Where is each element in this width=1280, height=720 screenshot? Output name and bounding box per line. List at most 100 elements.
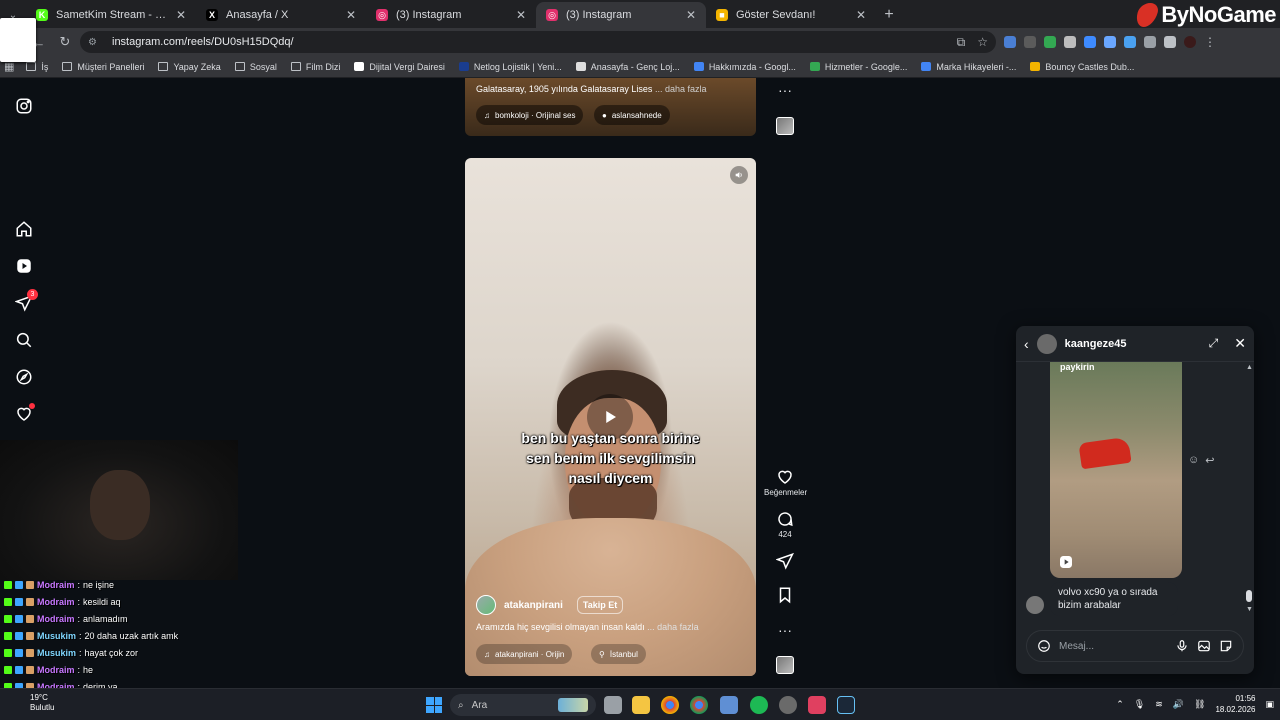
chat-username[interactable]: Modraim (37, 597, 75, 607)
comment-button[interactable]: 424 (764, 510, 806, 539)
chat-scrollbar[interactable]: ▲ ▼ (1246, 364, 1253, 613)
reading-list-icon[interactable] (1164, 36, 1176, 48)
chrome-icon[interactable] (661, 696, 679, 714)
browser-menu-icon[interactable]: ⋮ (1204, 35, 1216, 49)
more-options-icon[interactable]: ··· (764, 622, 806, 638)
app-icon[interactable] (779, 696, 797, 714)
explore-compass-icon[interactable] (14, 367, 34, 387)
bookmark-link[interactable]: Hizmetler - Google... (809, 62, 907, 72)
browser-tab[interactable]: ◎ (3) Instagram ✕ (536, 2, 706, 28)
reel-more-link[interactable]: ... daha fazla (647, 622, 699, 632)
notification-bell-icon[interactable]: ▣ (1265, 699, 1274, 710)
like-button[interactable]: Beğenmeler (764, 468, 807, 497)
extension-icon[interactable] (1104, 36, 1116, 48)
bookmark-link[interactable]: Anasayfa - Genç Loj... (575, 62, 680, 72)
previous-reel-tag[interactable]: ● aslansahnede (594, 105, 670, 125)
chrome-active-icon[interactable] (690, 696, 708, 714)
network-icon[interactable]: ⛓ (1194, 699, 1205, 710)
app-icon[interactable] (720, 696, 738, 714)
chat-username[interactable]: kaangeze45 (1065, 338, 1201, 350)
bookmark-folder[interactable]: Müşteri Panelleri (62, 62, 144, 72)
author-username[interactable]: atakanpirani (504, 600, 563, 611)
bookmark-link[interactable]: Netlog Lojistik | Yeni... (458, 62, 562, 72)
close-tab-icon[interactable]: ✕ (686, 8, 696, 22)
previous-reel-audio[interactable]: ♫ bomkoloji · Orijinal ses (476, 105, 584, 125)
bookmark-star-icon[interactable]: ☆ (977, 35, 988, 50)
spotify-icon[interactable] (750, 696, 768, 714)
address-bar[interactable]: ⚙ instagram.com/reels/DU0sH15DQdq/ ⧉ ☆ (80, 31, 996, 53)
previous-reel-more-link[interactable]: ... daha fazla (655, 84, 707, 94)
task-view-icon[interactable] (604, 696, 622, 714)
chat-username[interactable]: Modraim (37, 614, 75, 624)
scroll-up-icon[interactable]: ▲ (1246, 364, 1253, 371)
extensions-puzzle-icon[interactable] (1144, 36, 1156, 48)
bookmark-folder[interactable]: Sosyal (234, 62, 277, 72)
save-button[interactable] (764, 586, 806, 606)
message-input[interactable]: Mesaj... (1026, 630, 1244, 662)
chevron-up-icon[interactable]: ⌃ (1116, 699, 1124, 710)
new-tab-button[interactable]: + (876, 2, 902, 28)
previous-reel-more-icon[interactable]: ··· (764, 82, 806, 98)
wifi-icon[interactable]: ≋ (1155, 699, 1163, 710)
reels-icon[interactable] (14, 256, 34, 276)
bookmark-folder[interactable]: İş (26, 62, 48, 72)
chat-username[interactable]: Musukim (37, 631, 76, 641)
site-info-icon[interactable]: ⚙ (88, 37, 102, 48)
extension-icon[interactable] (1124, 36, 1136, 48)
volume-icon[interactable] (730, 166, 748, 184)
previous-reel[interactable]: Galatasaray, 1905 yılında Galatasaray Li… (465, 78, 756, 136)
close-tab-icon[interactable]: ✕ (856, 8, 866, 22)
follow-button[interactable]: Takip Et (576, 596, 624, 614)
close-icon[interactable]: ✕ (1234, 335, 1246, 352)
scrollbar-thumb[interactable] (1246, 590, 1252, 602)
close-tab-icon[interactable]: ✕ (346, 8, 356, 22)
bookmark-link[interactable]: Dijital Vergi Dairesi (354, 62, 445, 72)
bookmark-folder[interactable]: Yapay Zeka (158, 62, 221, 72)
clock[interactable]: 01:56 18.02.2026 (1215, 693, 1255, 715)
bookmark-link[interactable]: Hakkımızda - Googl... (693, 62, 796, 72)
browser-tab[interactable]: X Anasayfa / X ✕ (196, 2, 366, 28)
browser-tab[interactable]: ■ Göster Sevdanı! ✕ (706, 2, 876, 28)
reload-icon[interactable]: ↻ (52, 29, 78, 55)
url-text[interactable]: instagram.com/reels/DU0sH15DQdq/ (112, 36, 294, 48)
file-explorer-icon[interactable] (632, 696, 650, 714)
bookmark-link[interactable]: Bouncy Castles Dub... (1030, 62, 1134, 72)
profile-avatar[interactable] (1184, 36, 1196, 48)
close-tab-icon[interactable]: ✕ (516, 8, 526, 22)
more-options-button[interactable]: ··· (764, 622, 806, 638)
browser-tab[interactable]: ◎ (3) Instagram ✕ (366, 2, 536, 28)
steam-icon[interactable] (837, 696, 855, 714)
chat-username[interactable]: Modraim (37, 580, 75, 590)
home-icon[interactable] (14, 219, 34, 239)
scroll-down-icon[interactable]: ▼ (1246, 606, 1253, 613)
chevron-left-icon[interactable]: ‹ (1024, 336, 1029, 352)
app-icon[interactable] (808, 696, 826, 714)
message-placeholder[interactable]: Mesaj... (1059, 641, 1167, 652)
extension-icon[interactable] (1024, 36, 1036, 48)
close-tab-icon[interactable]: ✕ (176, 8, 186, 22)
extension-icon[interactable] (1064, 36, 1076, 48)
notifications-heart-icon[interactable] (14, 403, 35, 424)
reel-audio-thumb[interactable] (776, 656, 794, 674)
extension-icon[interactable] (1044, 36, 1056, 48)
instagram-logo-icon[interactable] (14, 96, 34, 116)
reel-video[interactable]: ben bu yaştan sonra birine sen benim ilk… (465, 158, 756, 676)
author-avatar[interactable] (476, 595, 496, 615)
install-app-icon[interactable]: ⧉ (957, 35, 966, 50)
volume-icon[interactable]: 🔊 (1173, 699, 1184, 710)
search-icon[interactable] (14, 330, 34, 350)
more-options-icon[interactable]: ··· (764, 82, 806, 98)
share-button[interactable] (764, 552, 806, 572)
windows-start-icon[interactable] (426, 697, 442, 713)
shared-reel-message[interactable]: paykirin (1050, 362, 1182, 578)
reel-location[interactable]: ⚲ İstanbul (591, 644, 646, 664)
emoji-react-icon[interactable]: ☺ (1188, 454, 1199, 467)
reply-icon[interactable]: ↩ (1205, 454, 1214, 467)
taskbar-search[interactable]: ⌕ Ara (450, 694, 596, 716)
extension-icon[interactable] (1004, 36, 1016, 48)
bookmark-link[interactable]: Marka Hikayeleri -... (921, 62, 1016, 72)
messages-icon[interactable]: 3 (14, 289, 38, 313)
chat-username[interactable]: Modraim (37, 665, 75, 675)
previous-reel-audio-thumb[interactable] (776, 117, 794, 135)
extension-icon[interactable] (1084, 36, 1096, 48)
